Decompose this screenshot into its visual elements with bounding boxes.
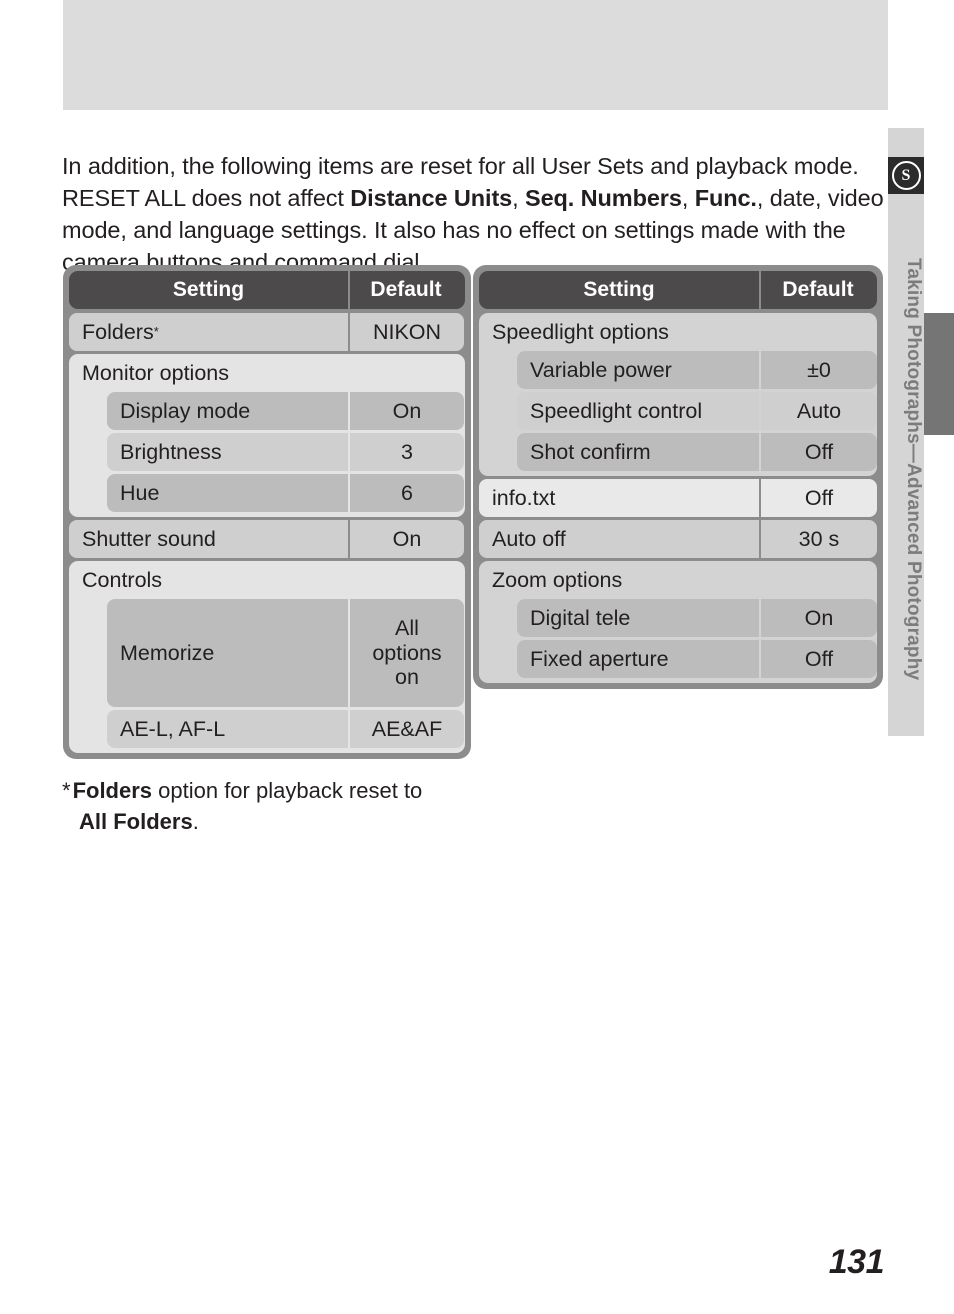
row-setting-label: Auto off bbox=[479, 520, 759, 558]
row-default-value: Auto bbox=[761, 392, 877, 430]
footnote-asterisk: * bbox=[62, 778, 71, 803]
table-row: Folders * NIKON bbox=[69, 313, 465, 351]
row-setting-label: Memorize bbox=[107, 599, 348, 707]
table-row: Memorize All options on bbox=[69, 599, 465, 707]
intro-text-3: , bbox=[681, 184, 695, 211]
table-group-title: Speedlight options bbox=[492, 320, 669, 344]
column-header-setting: Setting bbox=[583, 278, 655, 301]
row-setting-label: Display mode bbox=[107, 392, 348, 430]
table-group: Monitor options Display mode On Brightness 3… bbox=[69, 354, 465, 517]
footnote-line-2: All Folders. bbox=[62, 806, 492, 837]
table-row: Brightness 3 bbox=[69, 433, 465, 471]
row-setting-label: Digital tele bbox=[517, 599, 759, 637]
footnote-bold-all-folders: All Folders bbox=[79, 809, 193, 834]
row-default-value: Off bbox=[761, 479, 877, 517]
chapter-tab-marker bbox=[924, 313, 954, 435]
chapter-tab-label: Taking Photographs—Advanced Photography bbox=[903, 257, 924, 681]
row-default-value: 30 s bbox=[761, 520, 877, 558]
row-default-value: Off bbox=[761, 433, 877, 471]
intro-bold-seq-numbers: Seq. Numbers bbox=[525, 184, 682, 211]
table-row: Shot confirm Off bbox=[479, 433, 877, 471]
table-group-title: Zoom options bbox=[492, 568, 623, 592]
table-row: Variable power ±0 bbox=[479, 351, 877, 389]
row-setting-label: Variable power bbox=[517, 351, 759, 389]
row-setting-label: AE-L, AF-L bbox=[107, 710, 348, 748]
row-setting-label: info.txt bbox=[479, 479, 759, 517]
row-default-value: Off bbox=[761, 640, 877, 678]
table-group-title: Monitor options bbox=[82, 361, 229, 385]
intro-paragraph: In addition, the following items are res… bbox=[62, 150, 890, 278]
table-row: Speedlight control Auto bbox=[479, 392, 877, 430]
row-default-value: AE&AF bbox=[350, 710, 464, 748]
column-header-default: Default bbox=[759, 271, 877, 309]
table-row: Display mode On bbox=[69, 392, 465, 430]
page-number: 131 bbox=[828, 1243, 885, 1281]
footnote-bold-folders: Folders bbox=[72, 778, 153, 803]
page-header-band bbox=[63, 0, 888, 110]
row-default-value: ±0 bbox=[761, 351, 877, 389]
table-group: Zoom options Digital tele On Fixed aperture… bbox=[479, 561, 877, 683]
table-group-title: Controls bbox=[82, 568, 163, 592]
row-setting-label: Shot confirm bbox=[517, 433, 759, 471]
row-default-value: On bbox=[761, 599, 877, 637]
footnote: *Folders option for playback reset to Al… bbox=[62, 775, 492, 837]
table-row: Shutter sound On bbox=[69, 520, 465, 558]
table-row: Hue 6 bbox=[69, 474, 465, 512]
settings-table-right: Setting Default Speedlight options Variable… bbox=[473, 265, 883, 689]
row-default-value: All options on bbox=[350, 599, 464, 707]
intro-text-2: , bbox=[512, 184, 525, 211]
table-group: Speedlight options Variable power ±0 Speedl… bbox=[479, 313, 877, 476]
row-setting-label: Shutter sound bbox=[69, 520, 348, 558]
intro-bold-func: Func. bbox=[694, 184, 757, 211]
intro-bold-distance-units: Distance Units bbox=[350, 184, 513, 211]
shutter-s-icon-glyph: S bbox=[891, 161, 921, 190]
table-header-row: Setting Default bbox=[69, 271, 465, 309]
row-default-value: On bbox=[350, 392, 464, 430]
shutter-s-icon: S bbox=[888, 157, 924, 194]
column-header-default: Default bbox=[348, 271, 464, 309]
footnote-marker: * bbox=[153, 323, 159, 339]
column-header-setting: Setting bbox=[172, 278, 245, 301]
row-setting-label: Folders * bbox=[69, 313, 348, 351]
row-setting-label: Speedlight control bbox=[517, 392, 759, 430]
row-setting-label-text: Folders bbox=[82, 319, 154, 344]
table-header-row: Setting Default bbox=[479, 271, 877, 309]
row-setting-label: Fixed aperture bbox=[517, 640, 759, 678]
footnote-text-1: option for playback reset to bbox=[152, 778, 423, 803]
row-default-value: 3 bbox=[350, 433, 464, 471]
table-row: AE-L, AF-L AE&AF bbox=[69, 710, 465, 748]
row-default-value: 6 bbox=[350, 474, 464, 512]
row-default-value: NIKON bbox=[350, 313, 464, 351]
table-row: Digital tele On bbox=[479, 599, 877, 637]
footnote-text-2: . bbox=[192, 809, 199, 834]
table-row: Auto off 30 s bbox=[479, 520, 877, 558]
table-group: Controls Memorize All options on AE-L, AF-L… bbox=[69, 561, 465, 753]
table-row: info.txt Off bbox=[479, 479, 877, 517]
row-setting-label: Hue bbox=[107, 474, 348, 512]
row-setting-label: Brightness bbox=[107, 433, 348, 471]
row-default-value: On bbox=[350, 520, 464, 558]
settings-table-left: Setting Default Folders * NIKON Monitor optio… bbox=[63, 265, 471, 759]
table-row: Fixed aperture Off bbox=[479, 640, 877, 678]
